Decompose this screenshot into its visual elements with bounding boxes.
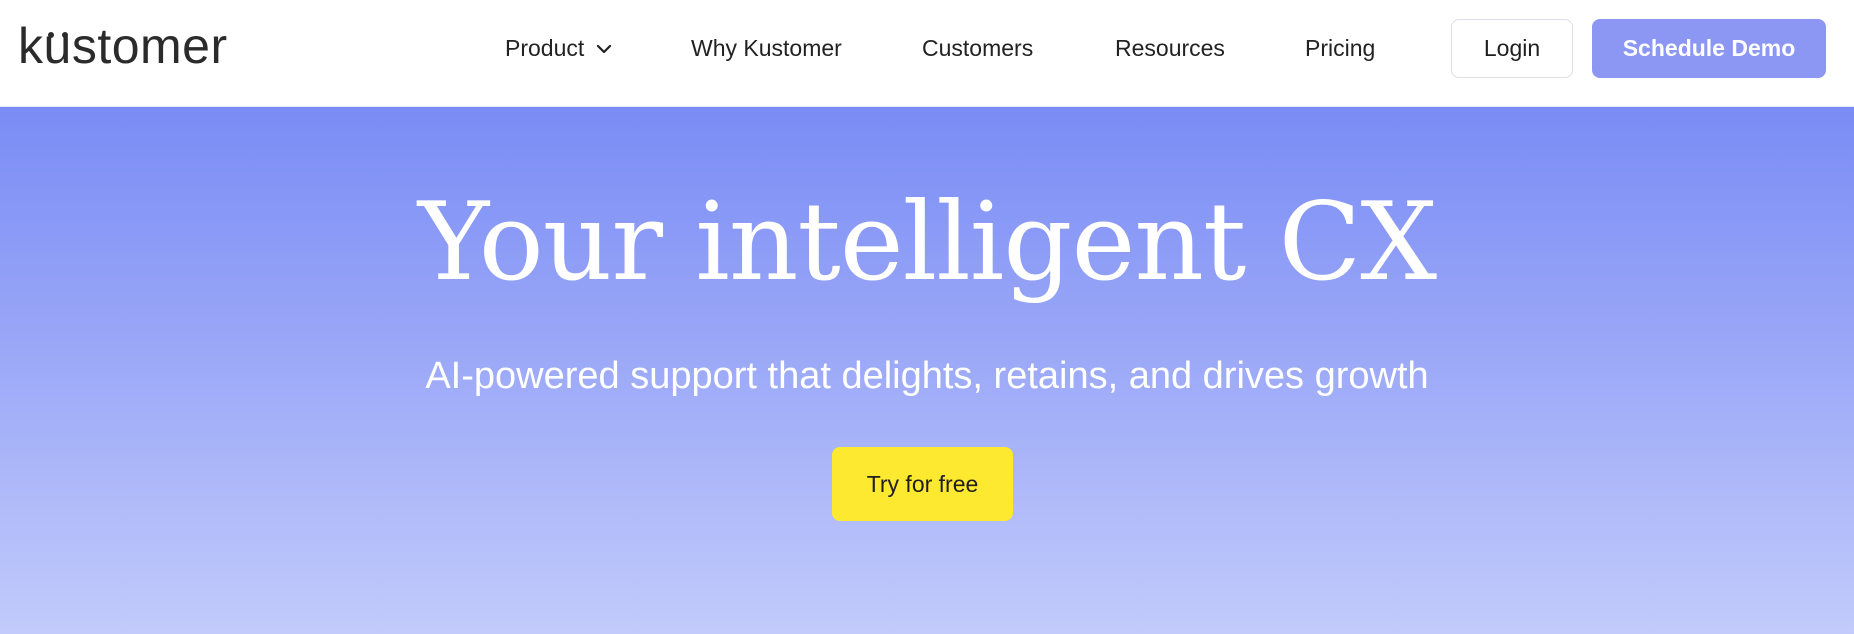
nav-item-customers[interactable]: Customers: [922, 0, 1033, 97]
hero-subtitle: AI-powered support that delights, retain…: [425, 355, 1429, 397]
nav-item-resources[interactable]: Resources: [1115, 0, 1225, 97]
logo-text-u: u: [43, 18, 72, 74]
logo-smile-icon: [47, 32, 68, 38]
logo-smile-u: u: [44, 18, 72, 74]
hero-title: Your intelligent CX: [417, 180, 1437, 305]
schedule-demo-button[interactable]: Schedule Demo: [1592, 19, 1826, 78]
nav-item-why-kustomer-label: Why Kustomer: [691, 35, 842, 61]
login-button[interactable]: Login: [1451, 19, 1573, 78]
try-for-free-button-label: Try for free: [866, 470, 979, 497]
nav-item-product[interactable]: Product: [505, 0, 612, 97]
site-header: k u stomer Product Why Kustomer Customers …: [0, 0, 1854, 107]
kustomer-logo[interactable]: k u stomer: [18, 18, 228, 74]
nav-item-pricing-label: Pricing: [1305, 35, 1376, 61]
nav-item-why-kustomer[interactable]: Why Kustomer: [691, 0, 842, 97]
login-button-label: Login: [1483, 35, 1541, 61]
logo-text-k: k: [18, 18, 44, 74]
try-for-free-button[interactable]: Try for free: [832, 447, 1013, 521]
chevron-down-icon: [597, 44, 612, 53]
schedule-demo-button-label: Schedule Demo: [1622, 35, 1796, 61]
nav-item-resources-label: Resources: [1115, 35, 1225, 61]
hero-section: Your intelligent CX AI-powered support t…: [0, 107, 1854, 634]
nav-item-customers-label: Customers: [922, 35, 1034, 61]
logo-text-stomer: stomer: [71, 18, 228, 74]
nav-item-product-label: Product: [505, 35, 585, 61]
nav-item-pricing[interactable]: Pricing: [1305, 0, 1375, 97]
